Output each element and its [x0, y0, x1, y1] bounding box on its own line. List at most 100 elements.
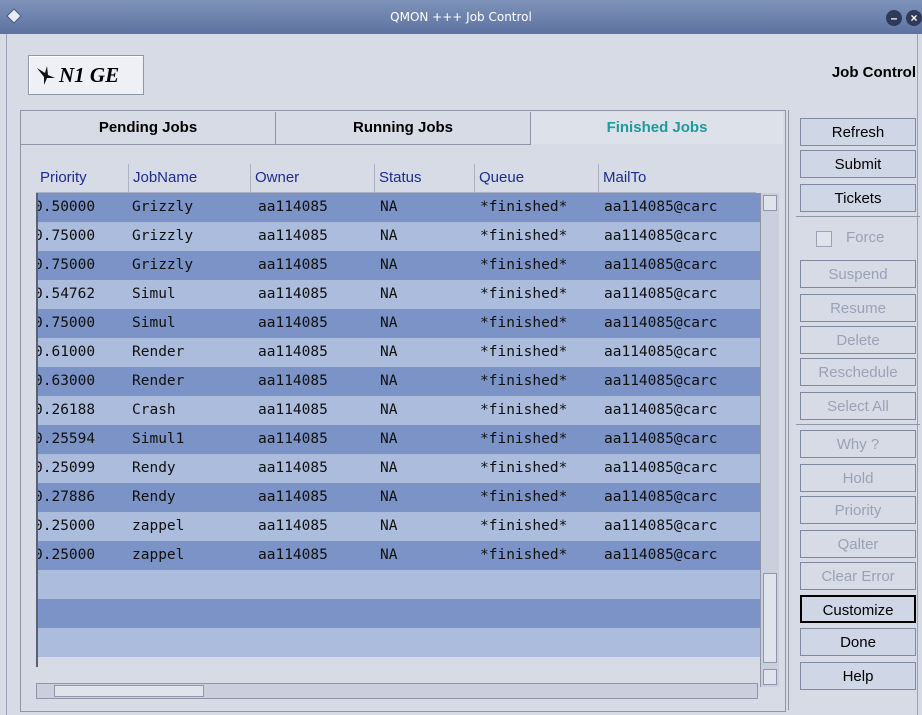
cell-status: NA — [380, 199, 398, 215]
qalter-button[interactable]: Qalter — [800, 530, 916, 558]
cell-queue: *finished* — [480, 460, 568, 476]
cell-queue: *finished* — [480, 489, 568, 505]
cell-owner: aa114085 — [258, 460, 328, 476]
vertical-scroll-thumb[interactable] — [763, 573, 777, 663]
table-row[interactable]: 0.54762 Simul aa114085 NA *finished* aa114085… — [38, 280, 760, 309]
tickets-button[interactable]: Tickets — [800, 184, 916, 212]
clear-error-button[interactable]: Clear Error — [800, 562, 916, 590]
help-button[interactable]: Help — [800, 662, 916, 690]
empty-table-row — [38, 570, 760, 599]
cell-jobname: zappel — [132, 547, 185, 563]
column-header-jobname[interactable]: JobName — [128, 164, 250, 192]
minimize-icon[interactable]: – — [886, 10, 902, 26]
reschedule-button[interactable]: Reschedule — [800, 358, 916, 386]
cell-status: NA — [380, 547, 398, 563]
cell-jobname: Grizzly — [132, 228, 194, 244]
cell-queue: *finished* — [480, 315, 568, 331]
horizontal-scroll-thumb[interactable] — [54, 685, 204, 697]
table-row[interactable]: 0.25594 Simul1 aa114085 NA *finished* aa11408… — [38, 425, 760, 454]
delete-button[interactable]: Delete — [800, 326, 916, 354]
suspend-button[interactable]: Suspend — [800, 260, 916, 288]
table-row[interactable]: 0.61000 Render aa114085 NA *finished* aa11408… — [38, 338, 760, 367]
hold-button[interactable]: Hold — [800, 464, 916, 492]
table-row[interactable]: 0.27886 Rendy aa114085 NA *finished* aa114085… — [38, 483, 760, 512]
table-row[interactable]: 0.25099 Rendy aa114085 NA *finished* aa114085… — [38, 454, 760, 483]
tab-pending-jobs[interactable]: Pending Jobs — [21, 112, 276, 144]
submit-button[interactable]: Submit — [800, 150, 916, 178]
column-header-queue[interactable]: Queue — [474, 164, 598, 192]
customize-button[interactable]: Customize — [800, 595, 916, 623]
priority-button[interactable]: Priority — [800, 496, 916, 524]
cell-jobname: Crash — [132, 402, 176, 418]
table-row[interactable]: 0.25000 zappel aa114085 NA *finished* aa11408… — [38, 541, 760, 570]
cell-priority: 0.54762 — [36, 286, 96, 302]
table-row[interactable]: 0.50000 Grizzly aa114085 NA *finished* aa1140… — [38, 193, 760, 222]
divider — [796, 216, 920, 217]
column-header-status[interactable]: Status — [374, 164, 474, 192]
cell-jobname: Simul1 — [132, 431, 185, 447]
cell-jobname: Render — [132, 373, 185, 389]
cell-status: NA — [380, 460, 398, 476]
cell-priority: 0.25000 — [36, 518, 96, 534]
cell-mailto: aa114085@carc — [604, 431, 718, 447]
cell-status: NA — [380, 489, 398, 505]
why-button[interactable]: Why ? — [800, 430, 916, 458]
cell-owner: aa114085 — [258, 547, 328, 563]
cell-mailto: aa114085@carc — [604, 257, 718, 273]
cell-queue: *finished* — [480, 199, 568, 215]
empty-table-row — [38, 628, 760, 657]
table-row[interactable]: 0.75000 Grizzly aa114085 NA *finished* aa1140… — [38, 222, 760, 251]
tab-running-jobs[interactable]: Running Jobs — [276, 112, 531, 144]
cell-mailto: aa114085@carc — [604, 518, 718, 534]
cell-status: NA — [380, 431, 398, 447]
tab-divider — [20, 144, 531, 145]
table-row[interactable]: 0.75000 Grizzly aa114085 NA *finished* aa1140… — [38, 251, 760, 280]
cell-jobname: Grizzly — [132, 257, 194, 273]
resume-button[interactable]: Resume — [800, 294, 916, 322]
cell-priority: 0.63000 — [36, 373, 96, 389]
cell-queue: *finished* — [480, 286, 568, 302]
cell-priority: 0.25000 — [36, 547, 96, 563]
table-row[interactable]: 0.63000 Render aa114085 NA *finished* aa11408… — [38, 367, 760, 396]
done-button[interactable]: Done — [800, 628, 916, 656]
column-header-priority[interactable]: Priority — [36, 164, 128, 192]
finished-jobs-table[interactable]: 0.50000 Grizzly aa114085 NA *finished* aa1140… — [36, 193, 760, 667]
column-header-owner[interactable]: Owner — [250, 164, 374, 192]
cell-priority: 0.27886 — [36, 489, 96, 505]
cell-owner: aa114085 — [258, 228, 328, 244]
n1ge-logo: N1 GE — [28, 55, 144, 95]
horizontal-scrollbar[interactable] — [36, 683, 758, 699]
cell-status: NA — [380, 518, 398, 534]
cell-jobname: Rendy — [132, 460, 176, 476]
window-titlebar[interactable]: QMON +++ Job Control – × — [0, 0, 922, 34]
cell-mailto: aa114085@carc — [604, 402, 718, 418]
refresh-button[interactable]: Refresh — [800, 118, 916, 146]
table-row[interactable]: 0.25000 zappel aa114085 NA *finished* aa11408… — [38, 512, 760, 541]
select-all-button[interactable]: Select All — [800, 392, 916, 420]
vertical-scrollbar[interactable] — [760, 193, 779, 687]
cell-queue: *finished* — [480, 228, 568, 244]
scroll-down-icon[interactable] — [763, 669, 777, 685]
force-checkbox[interactable]: Force — [798, 226, 918, 252]
cell-mailto: aa114085@carc — [604, 373, 718, 389]
cell-status: NA — [380, 315, 398, 331]
scroll-up-icon[interactable] — [763, 195, 777, 211]
cell-queue: *finished* — [480, 547, 568, 563]
cell-queue: *finished* — [480, 431, 568, 447]
column-header-mailto[interactable]: MailTo — [598, 164, 756, 192]
cell-mailto: aa114085@carc — [604, 344, 718, 360]
cell-owner: aa114085 — [258, 344, 328, 360]
cell-queue: *finished* — [480, 344, 568, 360]
force-label: Force — [846, 229, 885, 246]
cell-jobname: Simul — [132, 286, 176, 302]
cell-jobname: Rendy — [132, 489, 176, 505]
table-row[interactable]: 0.26188 Crash aa114085 NA *finished* aa114085… — [38, 396, 760, 425]
window-title: QMON +++ Job Control — [390, 10, 532, 24]
empty-table-row — [38, 599, 760, 628]
page-title: Job Control — [831, 64, 916, 81]
tab-finished-jobs[interactable]: Finished Jobs — [531, 112, 783, 144]
force-checkbox-box[interactable] — [816, 231, 832, 247]
table-row[interactable]: 0.75000 Simul aa114085 NA *finished* aa114085… — [38, 309, 760, 338]
cell-owner: aa114085 — [258, 489, 328, 505]
close-icon[interactable]: × — [906, 10, 922, 26]
